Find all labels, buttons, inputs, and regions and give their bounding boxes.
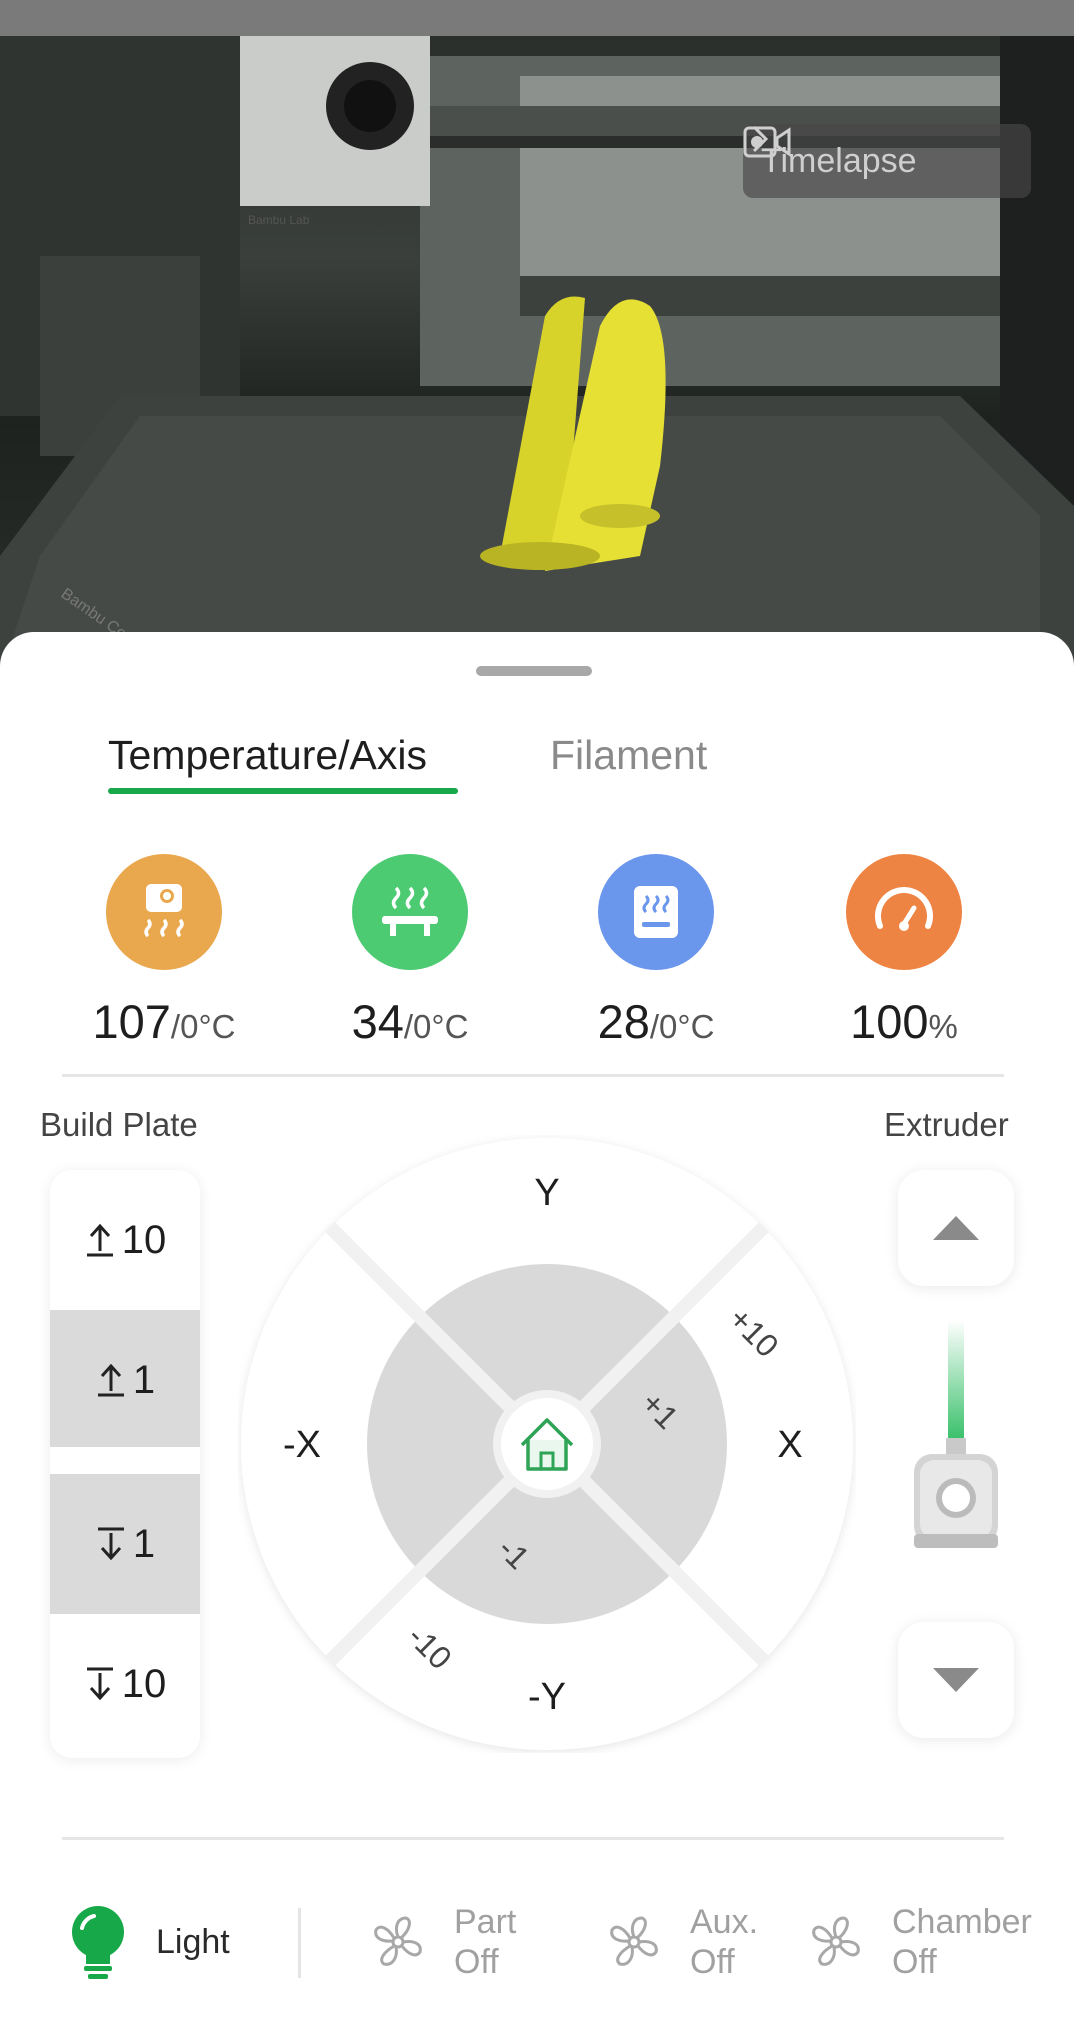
arrow-down-bar-icon <box>86 1667 113 1701</box>
extruder-icon <box>914 1320 998 1548</box>
plate-down-10-label: 10 <box>121 1661 167 1706</box>
tab-filament[interactable]: Filament <box>550 732 707 779</box>
triangle-down-icon <box>933 1668 979 1692</box>
nozzle-temp-target: /0°C <box>170 1008 236 1045</box>
chevron-right-icon <box>752 125 769 153</box>
chamber-fan-label: Chamber <box>892 1903 1032 1941</box>
aux-fan-toggle[interactable]: Aux. Off <box>604 1882 758 2002</box>
temperature-row: 107/0°C 34/0°C 28/0°C 100% <box>0 854 1074 1048</box>
plate-up-10-label: 10 <box>121 1217 167 1262</box>
arrow-up-bar-icon <box>97 1363 124 1397</box>
chamber-heat-icon <box>598 854 714 970</box>
fan-icon <box>812 1916 860 1966</box>
extruder-down-button[interactable] <box>898 1622 1014 1738</box>
part-fan-label: Part <box>454 1903 517 1941</box>
y-plus-label[interactable]: Y <box>534 1172 559 1214</box>
axis-dial[interactable]: Y -Y X -X +10 +1 -1 -10 <box>238 1135 856 1753</box>
divider-bottom <box>62 1837 1004 1840</box>
plate-down-10-button[interactable]: 10 <box>50 1614 200 1754</box>
status-bar <box>0 0 1074 36</box>
arrow-up-bar-icon <box>86 1223 113 1257</box>
chamber-fan-status: Off <box>892 1943 937 1981</box>
arrow-down-bar-icon <box>97 1527 124 1561</box>
nozzle-temp[interactable]: 107/0°C <box>64 854 264 1049</box>
light-label: Light <box>156 1923 230 1961</box>
bottom-separator <box>298 1908 301 1978</box>
active-tab-indicator <box>108 788 458 794</box>
speed-current: 100 <box>850 995 929 1048</box>
plate-up-10-button[interactable]: 10 <box>50 1170 200 1310</box>
aux-fan-status: Off <box>690 1943 735 1981</box>
light-bulb-icon <box>72 1906 124 1979</box>
bed-temp-current: 34 <box>351 995 404 1048</box>
chamber-fan-toggle[interactable]: Chamber Off <box>806 1882 1032 2002</box>
extruder-label: Extruder <box>884 1106 1009 1143</box>
printer-control-screen: Bambu Lab Bambu Cool Pl Timelapse Temper… <box>0 0 1074 2021</box>
fan-icon <box>374 1916 422 1966</box>
camera-brand-text: Bambu Lab <box>248 213 310 227</box>
timelapse-button[interactable]: Timelapse <box>743 124 1031 198</box>
build-plate-label: Build Plate <box>40 1106 198 1143</box>
bottom-controls: Light Part Off Aux. Off Chamber Off <box>0 1882 1074 2002</box>
speed-unit: % <box>928 1008 958 1045</box>
plate-gap <box>50 1447 200 1471</box>
drag-handle[interactable] <box>476 666 592 676</box>
tab-bar: Temperature/Axis Filament <box>108 732 808 812</box>
y-minus-label[interactable]: -Y <box>528 1676 566 1718</box>
plate-up-1-button[interactable]: 1 <box>50 1310 200 1450</box>
speed-gauge-icon <box>846 854 962 970</box>
bed-temp-target: /0°C <box>403 1008 469 1045</box>
plate-down-1-label: 1 <box>132 1521 156 1566</box>
nozzle-temp-current: 107 <box>92 995 171 1048</box>
tab-temperature-axis[interactable]: Temperature/Axis <box>108 732 427 779</box>
nozzle-heat-icon <box>106 854 222 970</box>
extruder-up-button[interactable] <box>898 1170 1014 1286</box>
chamber-temp[interactable]: 28/0°C <box>556 854 756 1049</box>
bed-temp[interactable]: 34/0°C <box>310 854 510 1049</box>
aux-fan-label: Aux. <box>690 1903 759 1941</box>
heatbed-icon <box>352 854 468 970</box>
x-minus-label[interactable]: -X <box>283 1424 321 1466</box>
print-speed[interactable]: 100% <box>804 854 1004 1049</box>
camera-view[interactable]: Bambu Lab Bambu Cool Pl Timelapse <box>0 36 1074 676</box>
plate-up-1-label: 1 <box>132 1357 156 1402</box>
part-fan-status: Off <box>454 1943 499 1981</box>
divider-top <box>62 1074 1004 1077</box>
x-plus-label[interactable]: X <box>777 1424 802 1466</box>
chamber-temp-current: 28 <box>597 995 650 1048</box>
light-toggle[interactable]: Light <box>68 1882 230 2002</box>
plate-down-1-button[interactable]: 1 <box>50 1474 200 1614</box>
part-fan-toggle[interactable]: Part Off <box>368 1882 516 2002</box>
chamber-temp-target: /0°C <box>649 1008 715 1045</box>
fan-icon <box>610 1916 658 1966</box>
control-sheet: Temperature/Axis Filament 107/0°C 34/0°C… <box>0 632 1074 2021</box>
triangle-up-icon <box>933 1216 979 1240</box>
